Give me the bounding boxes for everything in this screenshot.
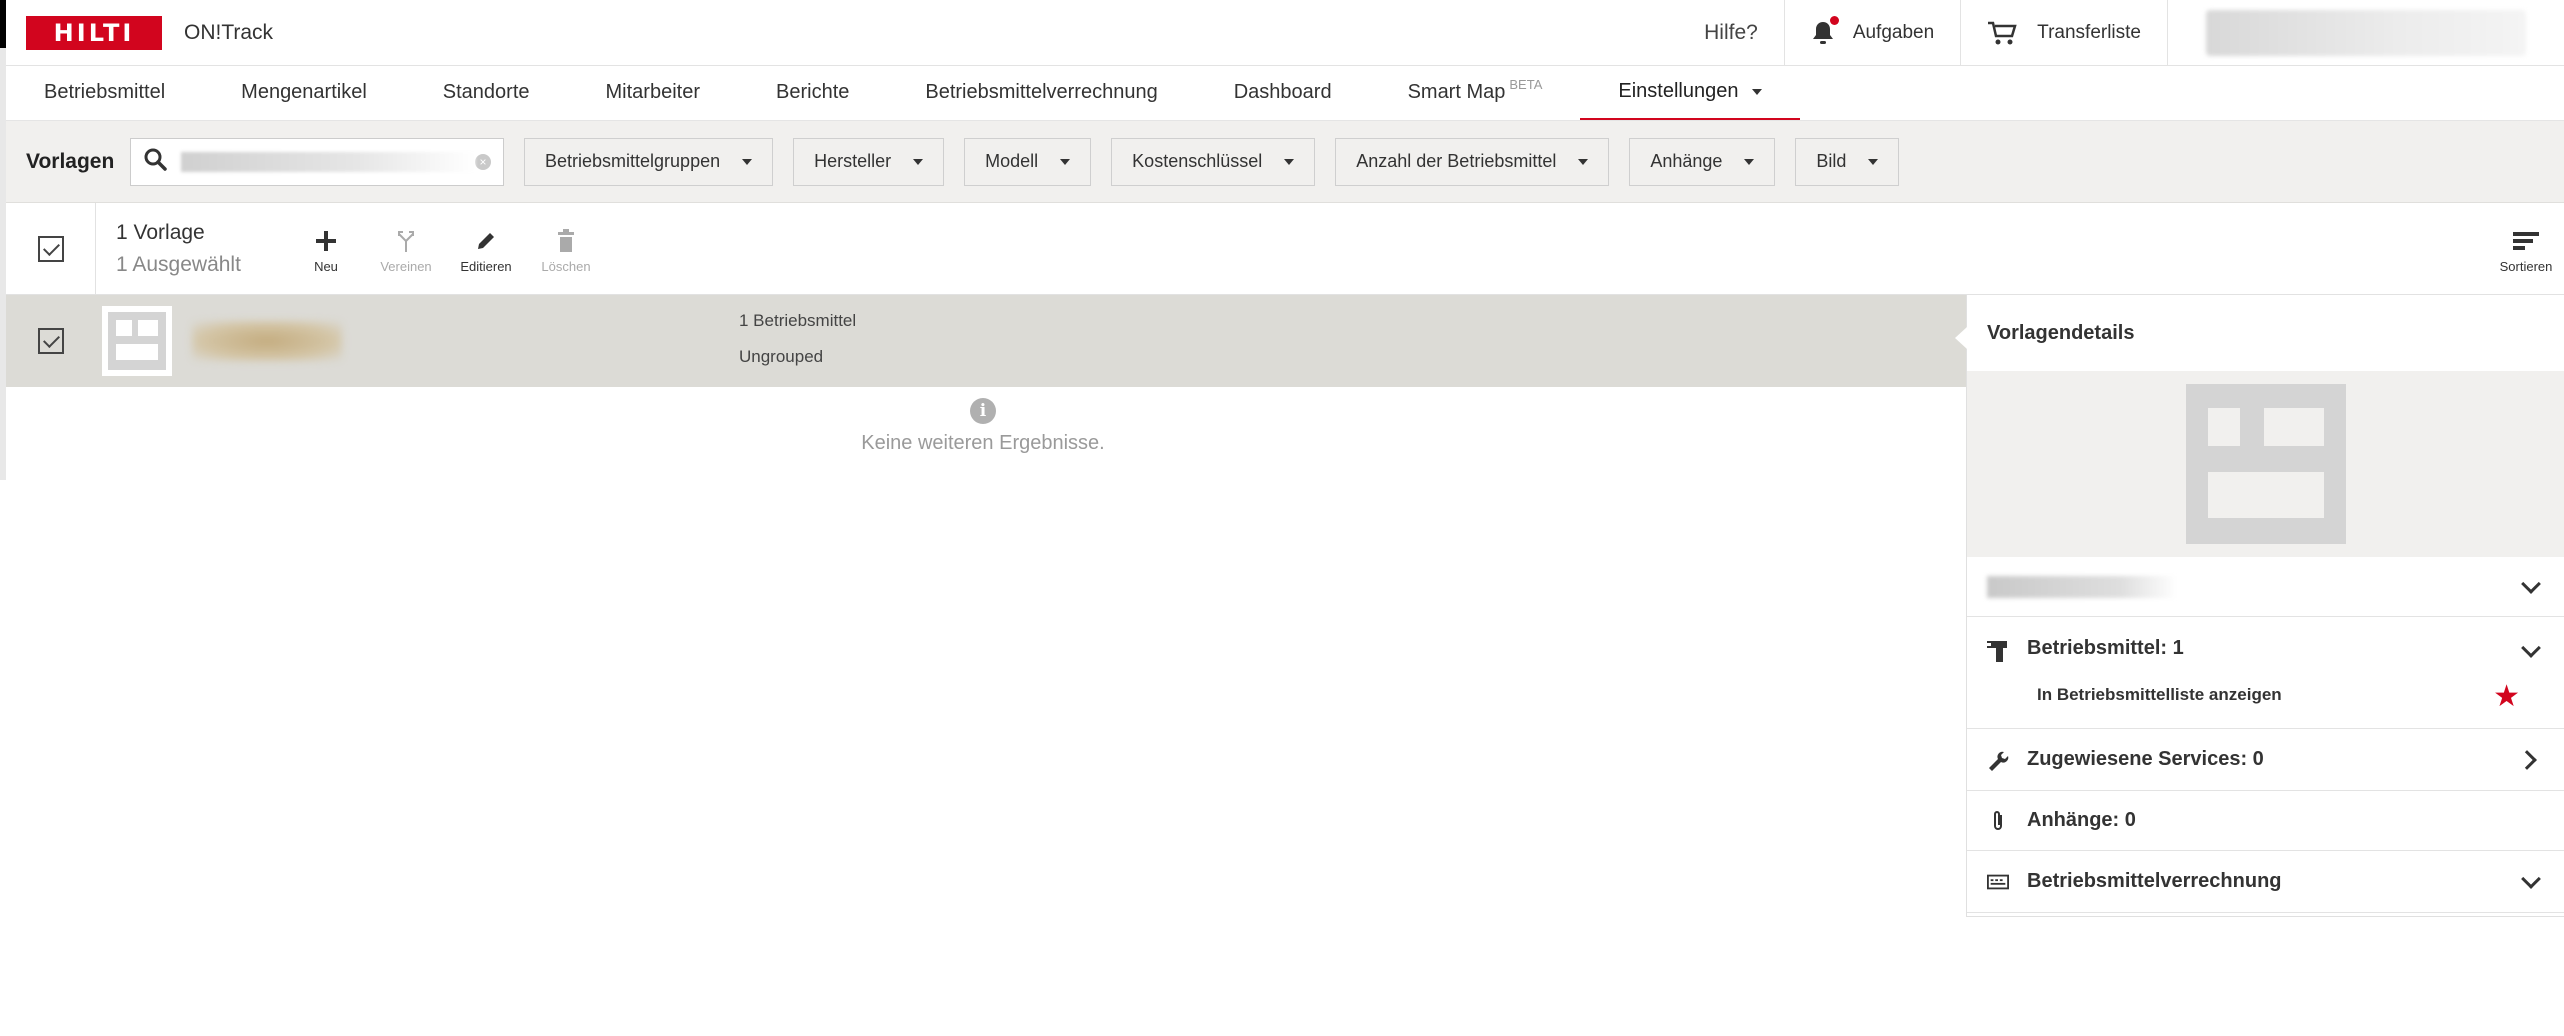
plus-icon — [315, 223, 337, 259]
caret-down-icon — [1744, 158, 1755, 165]
action-toolbar: 1 Vorlage 1 Ausgewählt Neu Vereinen Edit… — [6, 203, 2564, 295]
caret-down-icon — [1060, 158, 1071, 165]
nav-einstellungen[interactable]: Einstellungen — [1580, 65, 1801, 120]
search-input[interactable]: × — [130, 137, 504, 186]
nav-mitarbeiter[interactable]: Mitarbeiter — [568, 65, 738, 120]
user-menu[interactable] — [2167, 0, 2564, 65]
details-services-section[interactable]: Zugewiesene Services: 0 — [1967, 729, 2564, 791]
main-nav: Betriebsmittel Mengenartikel Standorte M… — [6, 66, 2564, 121]
show-in-asset-list-link[interactable]: In Betriebsmittelliste anzeigen — [2037, 685, 2282, 705]
tasks-button[interactable]: Aufgaben — [1783, 0, 1960, 65]
filter-modell[interactable]: Modell — [964, 137, 1092, 186]
chevron-down-icon — [2521, 868, 2541, 889]
filter-anzahl[interactable]: Anzahl der Betriebsmittel — [1335, 137, 1610, 186]
row-group: Ungrouped — [739, 347, 824, 366]
nav-standorte[interactable]: Standorte — [405, 65, 568, 120]
clear-search-icon[interactable]: × — [475, 153, 491, 170]
chevron-down-icon — [2521, 638, 2541, 658]
nav-berichte[interactable]: Berichte — [738, 65, 887, 120]
nav-betriebsmittelverrechnung[interactable]: Betriebsmittelverrechnung — [887, 65, 1195, 120]
drill-icon — [1987, 639, 2009, 663]
table-row[interactable]: 1 Betriebsmittel Ungrouped — [6, 295, 1966, 387]
details-panel: Vorlagendetails Betriebsmittel: 1 In Bet… — [1955, 295, 2564, 917]
pencil-icon — [475, 223, 497, 259]
hilti-logo[interactable]: HILTI — [26, 15, 162, 50]
billing-icon — [1987, 873, 2009, 891]
page-title: Vorlagen — [26, 149, 115, 173]
caret-down-icon — [1284, 158, 1295, 165]
caret-down-icon — [1578, 158, 1589, 165]
trash-icon — [557, 223, 575, 259]
user-name-redacted — [2206, 9, 2526, 56]
caret-down-icon — [1868, 158, 1879, 165]
template-name-redacted — [1987, 575, 2177, 598]
nav-smart-map[interactable]: Smart Map BETA — [1370, 65, 1581, 120]
info-icon: i — [970, 398, 996, 424]
nav-mengenartikel[interactable]: Mengenartikel — [203, 65, 405, 120]
filter-anhaenge[interactable]: Anhänge — [1629, 137, 1776, 186]
filter-kostenschluessel[interactable]: Kostenschlüssel — [1111, 137, 1316, 186]
caret-down-icon — [742, 158, 753, 165]
sort-button[interactable]: Sortieren — [2496, 223, 2556, 274]
template-thumbnail — [102, 306, 172, 376]
caret-down-icon — [913, 158, 924, 165]
beta-badge: BETA — [1509, 77, 1543, 92]
template-name-redacted — [192, 321, 342, 361]
star-icon[interactable]: ★ — [2493, 679, 2520, 714]
item-count: 1 Vorlage — [116, 220, 205, 244]
transfer-list-button[interactable]: Transferliste — [1960, 0, 2167, 65]
paperclip-icon — [1987, 809, 2009, 833]
cart-icon — [1987, 20, 2017, 46]
merge-button[interactable]: Vereinen — [366, 223, 446, 274]
row-asset-count: 1 Betriebsmittel — [739, 311, 857, 330]
bell-icon — [1811, 15, 1839, 46]
filter-bar: Vorlagen × Betriebsmittelgruppen Herstel… — [6, 121, 2564, 203]
details-billing-section[interactable]: Betriebsmittelverrechnung — [1967, 851, 2564, 913]
new-button[interactable]: Neu — [286, 223, 366, 274]
search-icon — [143, 147, 167, 176]
details-title: Vorlagendetails — [1987, 321, 2135, 344]
details-assets-section[interactable]: Betriebsmittel: 1 In Betriebsmittelliste… — [1967, 617, 2564, 729]
row-checkbox[interactable] — [38, 328, 64, 354]
merge-icon — [396, 223, 416, 259]
chevron-right-icon — [2517, 749, 2537, 770]
app-name: ON!Track — [184, 20, 274, 44]
help-link[interactable]: Hilfe? — [1678, 0, 1784, 65]
delete-button[interactable]: Löschen — [526, 223, 606, 274]
details-image — [1967, 371, 2564, 557]
nav-dashboard[interactable]: Dashboard — [1196, 65, 1370, 120]
select-all-checkbox[interactable] — [37, 235, 64, 262]
sort-icon — [2513, 223, 2539, 259]
nav-betriebsmittel[interactable]: Betriebsmittel — [6, 65, 203, 120]
filter-hersteller[interactable]: Hersteller — [793, 137, 945, 186]
filter-betriebsmittelgruppen[interactable]: Betriebsmittelgruppen — [524, 137, 774, 186]
no-more-results: i Keine weiteren Ergebnisse. — [0, 398, 1966, 455]
wrench-icon — [1987, 749, 2009, 771]
details-attachments-section[interactable]: Anhänge: 0 — [1967, 791, 2564, 851]
top-bar: HILTI ON!Track Hilfe? Aufgaben Transferl… — [6, 0, 2564, 66]
filter-bild[interactable]: Bild — [1795, 137, 1900, 186]
selected-count: 1 Ausgewählt — [116, 252, 241, 276]
chevron-down-icon — [2521, 573, 2541, 594]
details-name-section[interactable] — [1967, 557, 2564, 617]
caret-down-icon — [1752, 88, 1763, 95]
edit-button[interactable]: Editieren — [446, 223, 526, 274]
search-value-redacted — [181, 151, 475, 172]
